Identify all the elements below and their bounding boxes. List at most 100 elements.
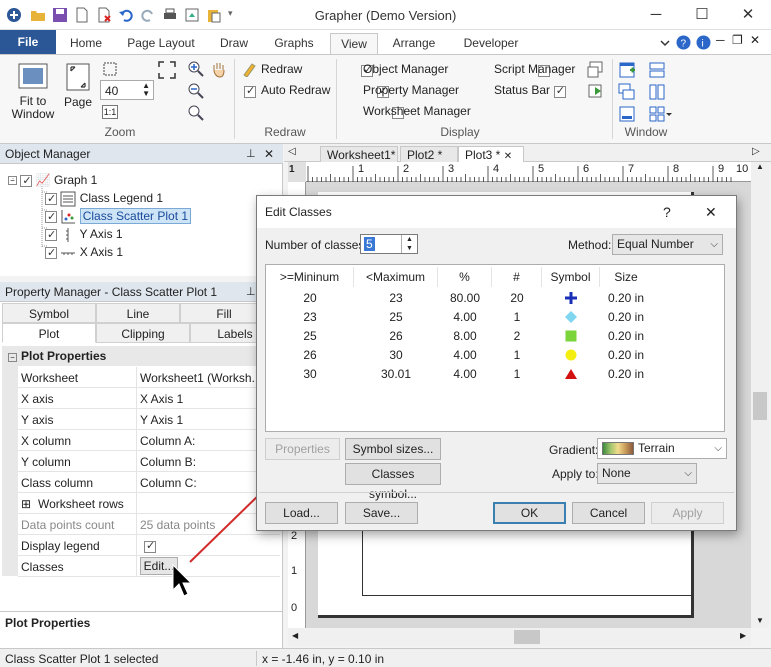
table-cell[interactable]: 4.00 — [438, 365, 492, 384]
help-icon[interactable]: ? — [676, 35, 691, 50]
tab-view[interactable]: View — [330, 33, 378, 54]
classes-symbol-button[interactable]: Classes symbol... — [345, 463, 441, 501]
tab-fill[interactable]: Fill — [180, 303, 268, 323]
tab-developer[interactable]: Developer — [456, 33, 526, 54]
property-row[interactable]: Y column Column B: — [18, 451, 280, 472]
method-select[interactable]: Equal Number ⌵ — [612, 234, 723, 255]
table-cell[interactable]: 0.20 in — [600, 327, 652, 346]
circle-symbol-icon[interactable] — [564, 348, 578, 362]
doc-tab-worksheet1[interactable]: Worksheet1* — [320, 146, 398, 162]
table-cell[interactable]: 0.20 in — [600, 289, 652, 308]
actual-size-button[interactable]: 1:1 — [102, 105, 118, 119]
properties-button[interactable]: Properties — [265, 438, 340, 460]
table-cell[interactable]: 26 — [354, 327, 438, 346]
minimize-ribbon-icon[interactable] — [658, 36, 672, 50]
doc-close-button[interactable]: ✕ — [750, 33, 760, 47]
property-row[interactable]: Worksheet Worksheet1 (Worksh... — [18, 367, 280, 388]
load-button[interactable]: Load... — [265, 502, 338, 524]
new-window-icon[interactable] — [618, 61, 636, 79]
num-classes-spinner[interactable]: ▲ ▼ — [401, 235, 417, 253]
table-row[interactable]: 20 23 80.00 20 0.20 in — [266, 289, 724, 308]
zoom-selection-icon[interactable] — [188, 105, 204, 121]
zoom-out-icon[interactable] — [188, 83, 204, 99]
property-row[interactable]: X column Column A: — [18, 430, 280, 451]
info-icon[interactable]: i — [696, 35, 711, 50]
tab-scroll-left-icon[interactable]: ◁ — [288, 146, 296, 157]
table-cell[interactable]: 0.20 in — [600, 346, 652, 365]
table-cell[interactable]: 4.00 — [438, 308, 492, 327]
page-icon[interactable] — [66, 63, 90, 91]
zoom-in-icon[interactable] — [188, 61, 204, 77]
dialog-close-button[interactable]: ✕ — [705, 196, 717, 228]
table-cell[interactable]: 23 — [354, 289, 438, 308]
tab-symbol[interactable]: Symbol — [2, 303, 96, 323]
table-cell[interactable]: 8.00 — [438, 327, 492, 346]
zoom-spinner-icon[interactable]: ▲ ▼ — [142, 82, 150, 98]
tab-line[interactable]: Line — [96, 303, 180, 323]
table-cell[interactable]: 1 — [492, 365, 542, 384]
y-axis-visible-checkbox[interactable] — [45, 227, 57, 243]
collapse-icon[interactable]: − — [8, 176, 17, 186]
tab-page-layout[interactable]: Page Layout — [122, 33, 200, 54]
reset-windows-icon[interactable] — [587, 61, 605, 79]
save-button[interactable]: Save... — [345, 502, 418, 524]
table-cell[interactable]: 80.00 — [438, 289, 492, 308]
apply-button[interactable]: Apply — [651, 502, 724, 524]
plot-properties-section[interactable]: − Plot Properties — [2, 346, 280, 366]
column-header[interactable]: # — [492, 267, 542, 287]
tab-home[interactable]: Home — [60, 33, 112, 54]
scroll-thumb[interactable] — [514, 630, 540, 644]
column-header[interactable]: Symbol — [542, 267, 600, 287]
close-pane-icon[interactable]: ✕ — [264, 144, 274, 164]
tab-arrange[interactable]: Arrange — [386, 33, 442, 54]
pin-icon[interactable]: ⊥ — [246, 282, 256, 302]
pin-icon[interactable]: ⊥ — [246, 144, 256, 164]
table-cell[interactable]: 1 — [492, 346, 542, 365]
switch-windows-icon[interactable] — [648, 105, 672, 123]
refresh-windows-icon[interactable] — [587, 83, 605, 101]
legend-visible-checkbox[interactable] — [45, 191, 57, 207]
status-bar-checkbox[interactable] — [553, 84, 566, 98]
table-cell[interactable]: 4.00 — [438, 346, 492, 365]
horizontal-scrollbar[interactable]: ◀ ▶ — [288, 628, 751, 646]
scroll-thumb[interactable] — [753, 392, 767, 420]
minimize-button[interactable]: ─ — [633, 0, 679, 30]
tree-item-class-legend[interactable]: Class Legend 1 — [45, 190, 163, 207]
cancel-button[interactable]: Cancel — [572, 502, 645, 524]
table-cell[interactable]: 0.20 in — [600, 365, 652, 384]
scroll-right-icon[interactable]: ▶ — [740, 631, 746, 640]
tile-horizontal-icon[interactable] — [648, 61, 666, 79]
column-header[interactable]: Size — [600, 267, 652, 287]
tree-item-y-axis[interactable]: Y Axis 1 — [45, 226, 123, 243]
column-header[interactable]: >=Mininum — [266, 267, 354, 287]
tree-item-graph[interactable]: − 📈 Graph 1 — [8, 172, 97, 189]
column-header[interactable]: <Maximum — [354, 267, 438, 287]
ok-button[interactable]: OK — [493, 502, 566, 524]
x-axis-visible-checkbox[interactable] — [45, 245, 57, 261]
fit-to-window-icon[interactable] — [18, 63, 48, 91]
plus-symbol-icon[interactable] — [564, 291, 578, 305]
diamond-symbol-icon[interactable] — [564, 310, 578, 324]
plot-axes-frame[interactable] — [362, 522, 694, 596]
square-symbol-icon[interactable] — [564, 329, 578, 343]
table-row[interactable]: 26 30 4.00 1 0.20 in — [266, 346, 724, 365]
column-header[interactable]: % — [438, 267, 492, 287]
property-row[interactable]: X axis X Axis 1 — [18, 388, 280, 409]
full-screen-icon[interactable] — [158, 61, 176, 79]
scroll-left-icon[interactable]: ◀ — [292, 631, 298, 640]
scroll-down-icon[interactable]: ▼ — [756, 616, 764, 625]
display-legend-checkbox[interactable] — [144, 539, 156, 553]
cascade-icon[interactable] — [618, 83, 636, 101]
tab-plot[interactable]: Plot — [2, 323, 96, 343]
table-cell[interactable]: 20 — [266, 289, 354, 308]
tab-file[interactable]: File — [0, 30, 56, 54]
vertical-scrollbar[interactable]: ▲ ▼ — [751, 162, 769, 628]
scroll-up-icon[interactable]: ▲ — [756, 162, 764, 171]
expand-icon[interactable]: ⊞ — [21, 497, 31, 511]
table-cell[interactable]: 30 — [266, 365, 354, 384]
table-cell[interactable]: 20 — [492, 289, 542, 308]
tab-graphs[interactable]: Graphs — [266, 33, 322, 54]
num-classes-field[interactable]: 5 ▲ ▼ — [360, 234, 418, 254]
table-row[interactable]: 30 30.01 4.00 1 0.20 in — [266, 365, 724, 384]
scatter-plot-visible-checkbox[interactable] — [45, 209, 57, 225]
